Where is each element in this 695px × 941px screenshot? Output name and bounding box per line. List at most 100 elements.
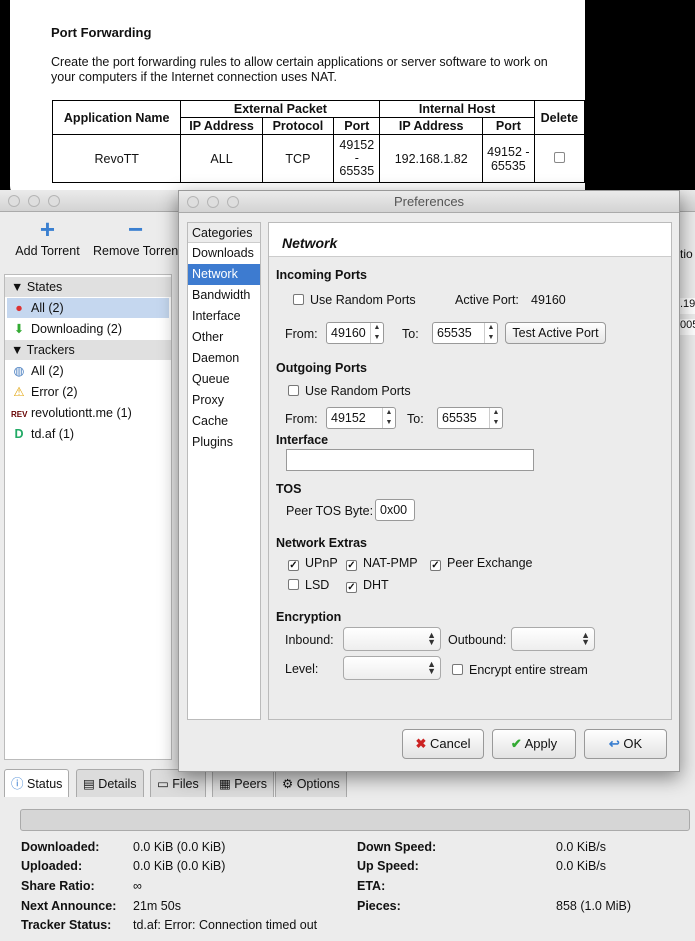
spinner-arrows-icon[interactable]: ▲ ▼ <box>489 408 502 428</box>
minimize-light-icon[interactable] <box>28 195 40 207</box>
zoom-light-icon[interactable] <box>48 195 60 207</box>
test-active-port-button[interactable]: Test Active Port <box>505 322 606 344</box>
pieces-value: 858 (1.0 MiB) <box>556 899 632 913</box>
downloading-icon: ⬇ <box>13 322 25 336</box>
spinner-arrows-icon[interactable]: ▲ ▼ <box>370 323 383 343</box>
uploaded-value: 0.0 KiB (0.0 KiB) <box>133 859 226 873</box>
tab-label: Peers <box>234 777 267 791</box>
sidebar-item-all-trackers[interactable]: ◍ All (2) <box>11 361 64 381</box>
ok-button[interactable]: ↩ OK <box>584 729 667 759</box>
col-protocol: Protocol <box>261 117 335 135</box>
cell-protocol: TCP <box>261 134 335 183</box>
col-external-packet: External Packet <box>180 100 381 118</box>
upnp-checkbox[interactable]: ✓ UPnP <box>288 556 338 571</box>
outgoing-ports-header: Outgoing Ports <box>276 361 367 375</box>
outgoing-to-spinner[interactable]: 65535 ▲ ▼ <box>437 407 503 429</box>
router-page: Port Forwarding Create the port forwardi… <box>10 0 586 200</box>
interface-input[interactable] <box>286 449 534 471</box>
peers-icon: ▦ <box>219 777 231 791</box>
tab-details[interactable]: ▤ Details <box>76 769 144 797</box>
checkbox-icon <box>288 385 299 396</box>
tab-files[interactable]: ▭ Files <box>150 769 206 797</box>
category-bandwidth[interactable]: Bandwidth <box>188 285 260 306</box>
outgoing-from-spinner[interactable]: 49152 ▲ ▼ <box>326 407 396 429</box>
cell-app: RevoTT <box>51 134 182 183</box>
preferences-dialog: Preferences Categories Downloads Network… <box>178 190 680 772</box>
zoom-light-icon[interactable] <box>227 196 239 208</box>
sidebar-item-tdaf[interactable]: Dtd.af (1) <box>11 424 74 444</box>
encrypt-stream-checkbox[interactable]: Encrypt entire stream <box>452 663 588 677</box>
category-plugins[interactable]: Plugins <box>188 432 260 453</box>
incoming-from-spinner[interactable]: 49160 ▲ ▼ <box>326 322 384 344</box>
port-forwarding-table: Application Name External Packet Interna… <box>51 100 586 183</box>
category-cache[interactable]: Cache <box>188 411 260 432</box>
progress-bar <box>20 809 690 831</box>
sidebar-item-downloading[interactable]: ⬇ Downloading (2) <box>11 319 122 339</box>
minimize-light-icon[interactable] <box>207 196 219 208</box>
uploaded-label: Uploaded: <box>21 859 83 873</box>
torrent-list-peek: .19 <box>680 298 695 314</box>
spinner-value: 65535 <box>437 326 472 340</box>
sidebar-item-label: revolutiontt.me (1) <box>31 406 132 420</box>
incoming-random-checkbox[interactable]: Use Random Ports <box>293 293 416 307</box>
category-daemon[interactable]: Daemon <box>188 348 260 369</box>
pieces-label: Pieces: <box>357 899 401 913</box>
category-network[interactable]: Network <box>188 264 260 285</box>
remove-torrent-button[interactable]: − Remove Torrent <box>93 214 188 258</box>
next-announce-label: Next Announce: <box>21 899 117 913</box>
dht-checkbox[interactable]: ✓ DHT <box>346 578 389 593</box>
apply-button[interactable]: ✔ Apply <box>492 729 576 759</box>
natpmp-checkbox[interactable]: ✓ NAT-PMP <box>346 556 418 571</box>
categories-header[interactable]: Categories <box>188 223 260 243</box>
outbound-label: Outbound: <box>448 633 507 647</box>
table-row: RevoTT ALL TCP 49152 - 65535 192.168.1.8… <box>51 134 586 183</box>
outbound-select[interactable]: ▲ ▼ <box>511 627 595 651</box>
sidebar-item-label: All (2) <box>31 301 64 315</box>
col-internal-host: Internal Host <box>379 100 535 118</box>
details-icon: ▤ <box>83 777 95 791</box>
spinner-value: 49160 <box>331 326 366 340</box>
down-speed-label: Down Speed: <box>357 840 437 854</box>
sidebar-item-error[interactable]: ⚠ Error (2) <box>11 382 77 402</box>
sidebar-item-all-states[interactable]: ● All (2) <box>7 298 169 318</box>
cancel-button[interactable]: ✖ Cancel <box>402 729 484 759</box>
close-light-icon[interactable] <box>8 195 20 207</box>
add-torrent-button[interactable]: + Add Torrent <box>10 214 85 258</box>
inbound-select[interactable]: ▲ ▼ <box>343 627 441 651</box>
return-arrow-icon: ↩ <box>608 736 620 751</box>
tracker-favicon-icon: REV <box>11 410 28 419</box>
delete-checkbox[interactable] <box>553 151 565 163</box>
checkmark-icon: ✓ <box>346 582 357 593</box>
all-icon: ● <box>15 301 23 315</box>
tab-options[interactable]: ⚙ Options <box>275 769 347 797</box>
category-proxy[interactable]: Proxy <box>188 390 260 411</box>
level-select[interactable]: ▲ ▼ <box>343 656 441 680</box>
peer-tos-input[interactable]: 0x00 <box>375 499 415 521</box>
close-light-icon[interactable] <box>187 196 199 208</box>
sidebar-item-label: All (2) <box>31 364 64 378</box>
sidebar-item-revolutiontt[interactable]: REV revolutiontt.me (1) <box>11 403 132 423</box>
plus-icon: + <box>39 214 56 244</box>
natpmp-label: NAT-PMP <box>363 556 418 570</box>
tab-peers[interactable]: ▦ Peers <box>212 769 274 797</box>
trackers-header[interactable]: ▼ Trackers <box>5 340 171 360</box>
spinner-arrows-icon[interactable]: ▲ ▼ <box>382 408 395 428</box>
states-header-label: States <box>26 280 63 294</box>
incoming-from-label: From: <box>285 327 318 341</box>
lsd-checkbox[interactable]: LSD <box>288 578 329 592</box>
interface-header: Interface <box>276 433 329 447</box>
category-queue[interactable]: Queue <box>188 369 260 390</box>
pane-title: Network <box>269 223 671 257</box>
share-ratio-value: ∞ <box>133 879 142 893</box>
category-downloads[interactable]: Downloads <box>188 243 260 264</box>
states-header[interactable]: ▼ States <box>5 277 171 297</box>
ext-port-end: 65535 <box>339 164 375 178</box>
outgoing-random-checkbox[interactable]: Use Random Ports <box>288 384 411 398</box>
spinner-arrows-icon[interactable]: ▲ ▼ <box>484 323 497 343</box>
category-interface[interactable]: Interface <box>188 306 260 327</box>
category-other[interactable]: Other <box>188 327 260 348</box>
tab-status[interactable]: ⓘ Status <box>4 769 70 797</box>
incoming-to-spinner[interactable]: 65535 ▲ ▼ <box>432 322 498 344</box>
pex-checkbox[interactable]: ✓ Peer Exchange <box>430 556 532 571</box>
prefs-titlebar: Preferences <box>179 191 679 213</box>
